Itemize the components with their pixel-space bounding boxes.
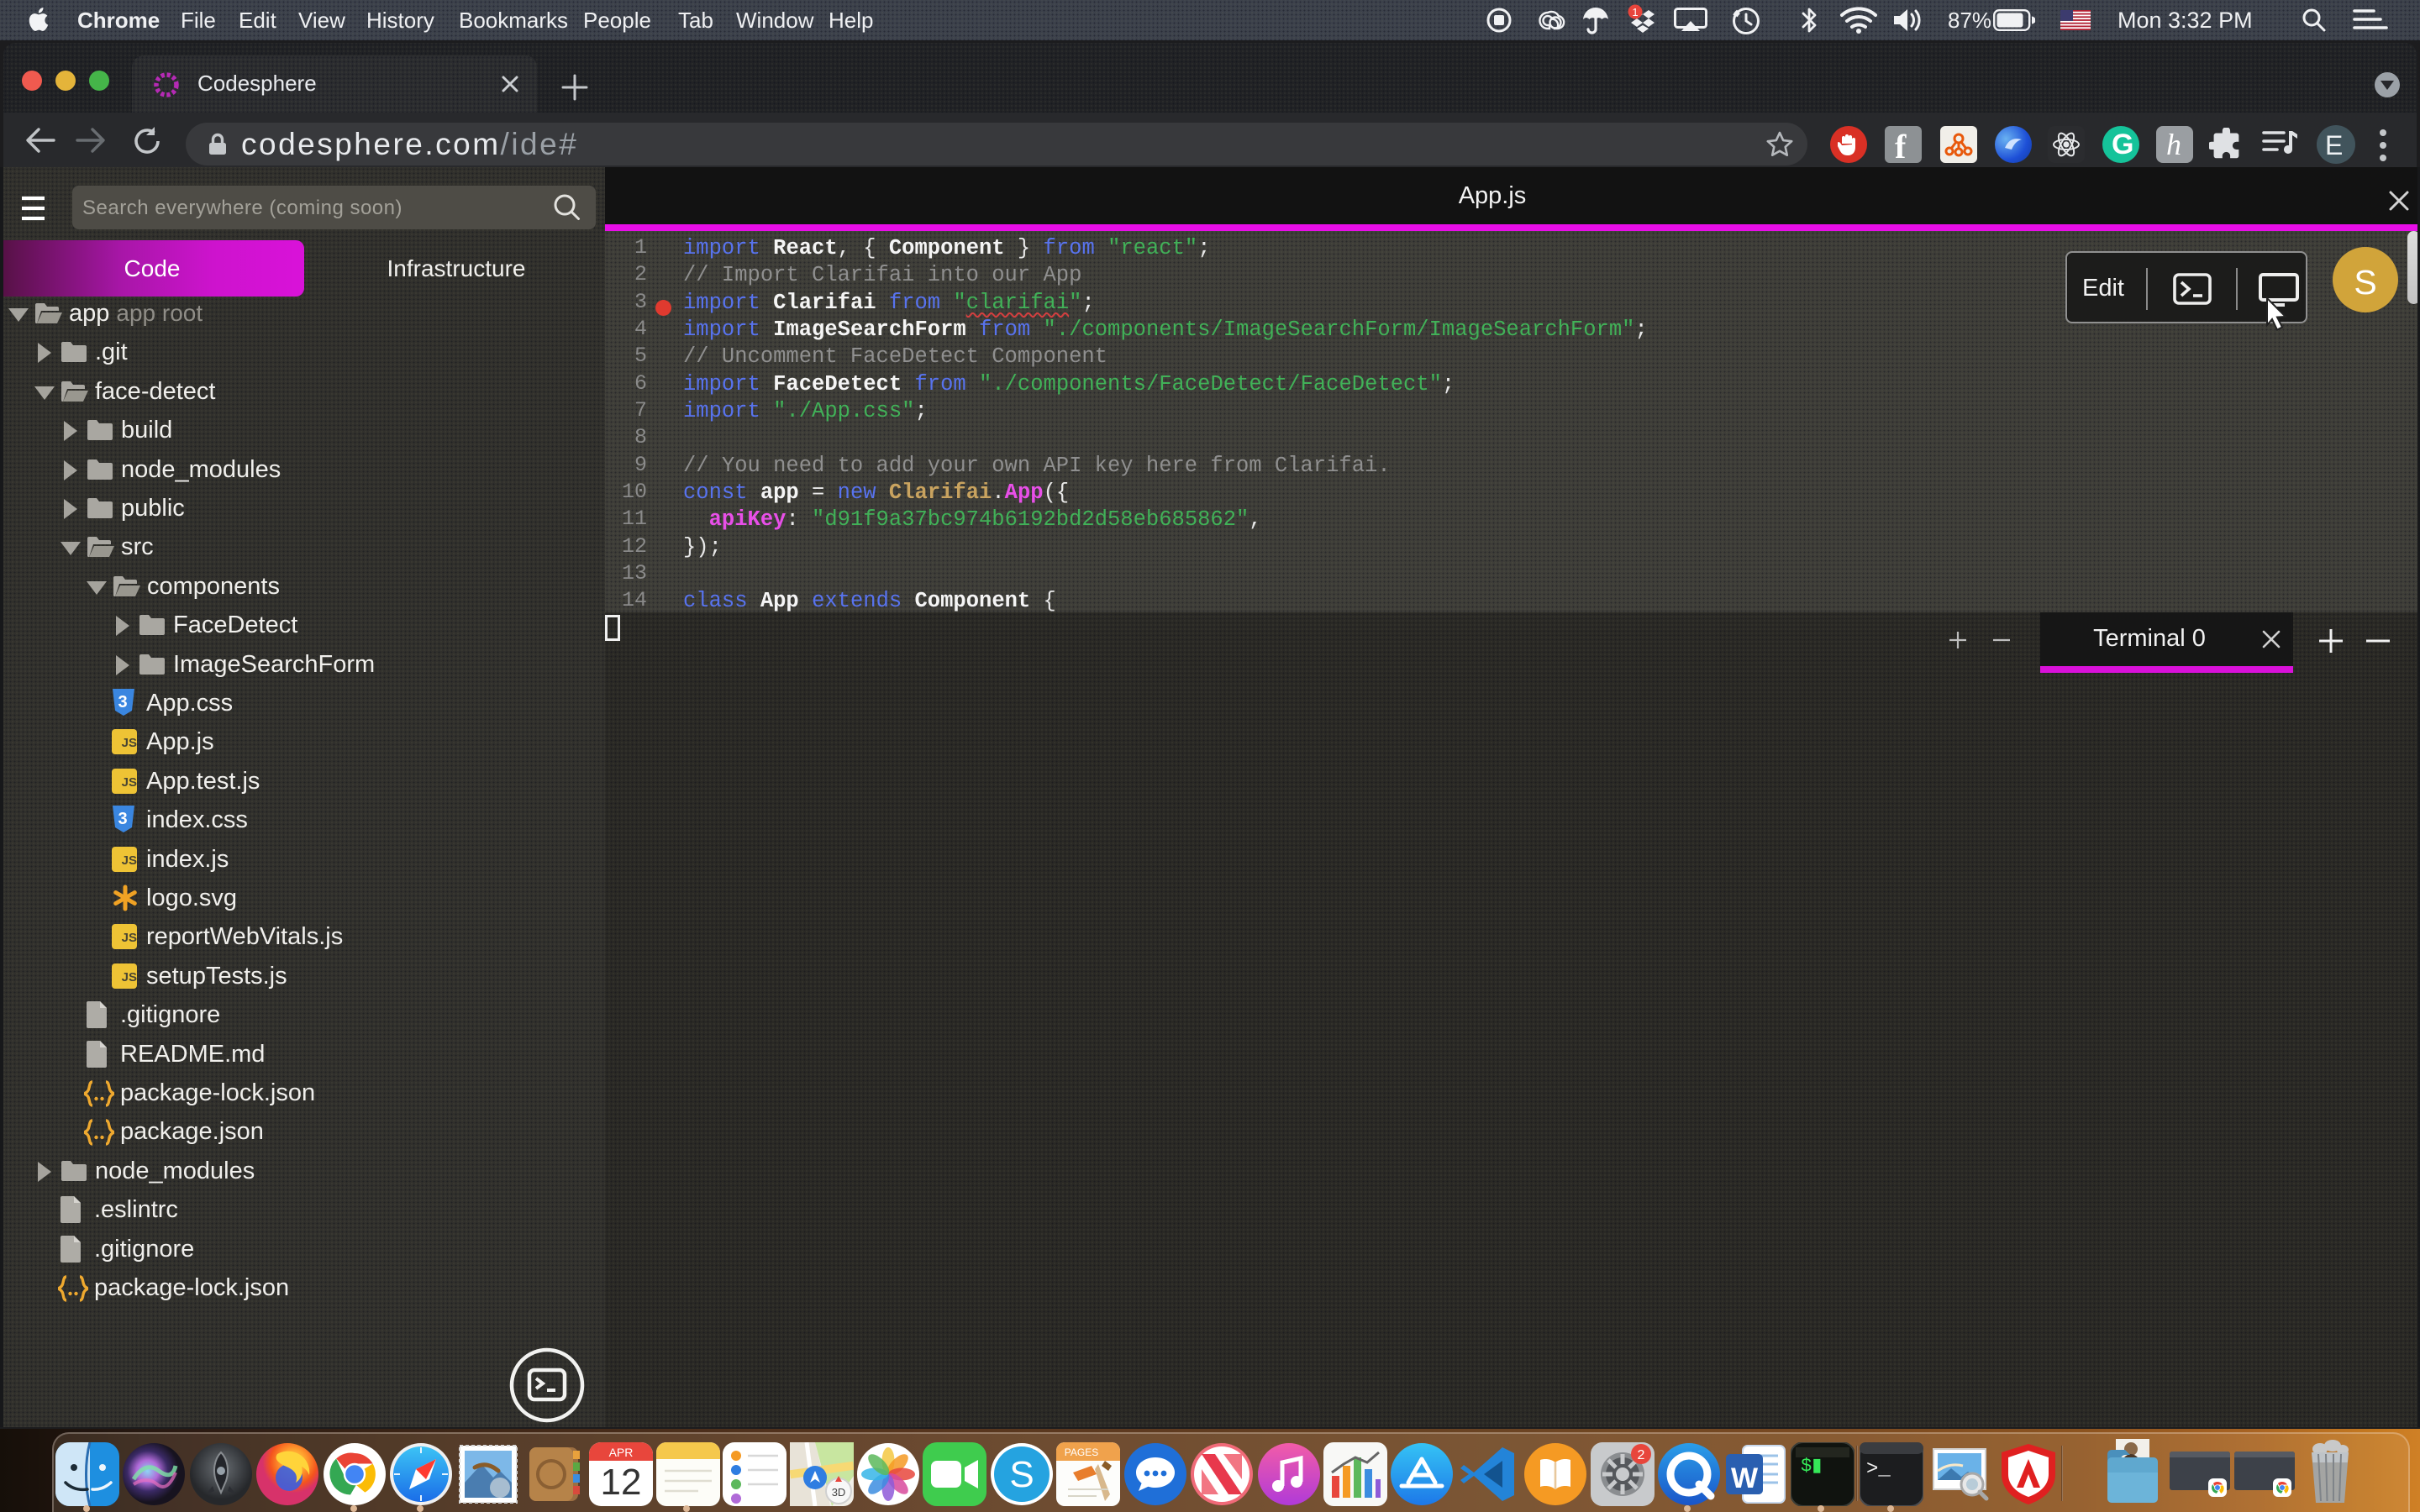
svg-text:APR: APR [609, 1446, 634, 1459]
svg-text:2: 2 [1638, 1448, 1645, 1462]
svg-text:12: 12 [601, 1462, 642, 1503]
svg-text:$▮: $▮ [1801, 1456, 1822, 1477]
svg-text:S: S [1009, 1454, 1034, 1495]
svg-text:PAGES: PAGES [1065, 1446, 1098, 1458]
svg-text:>_: >_ [1866, 1458, 1891, 1481]
svg-text:3: 3 [118, 693, 127, 711]
svg-text:3: 3 [118, 810, 127, 828]
svg-text:W: W [1731, 1462, 1759, 1494]
svg-text:3D: 3D [832, 1486, 846, 1499]
svg-text:1: 1 [1632, 6, 1638, 18]
